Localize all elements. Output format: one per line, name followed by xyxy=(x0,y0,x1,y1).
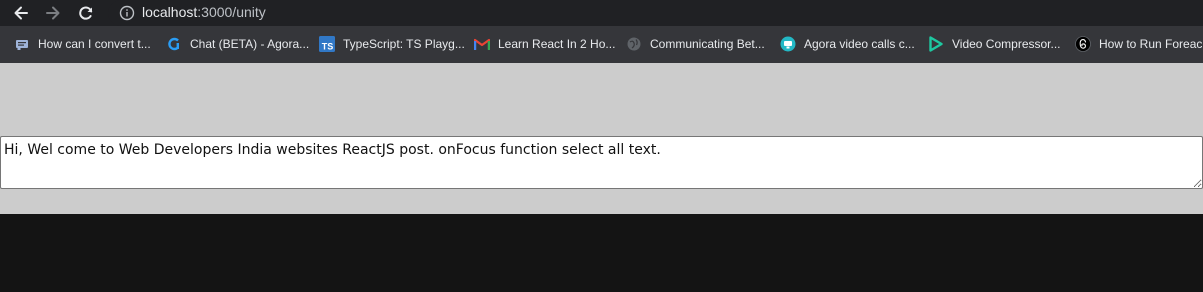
bookmark-item[interactable]: How to Run Foreac... xyxy=(1075,35,1203,53)
play-icon xyxy=(928,36,944,52)
bookmark-item[interactable]: Video Compressor... xyxy=(928,35,1061,53)
bookmark-label: Communicating Bet... xyxy=(650,37,765,51)
page-viewport: Hi, Wel come to Web Developers India web… xyxy=(0,63,1203,214)
stackexchange-icon xyxy=(14,36,30,52)
reload-button[interactable] xyxy=(73,0,99,26)
url-text[interactable]: localhost:3000/unity xyxy=(142,3,266,21)
bookmark-item[interactable]: Agora video calls c... xyxy=(780,35,915,53)
bookmark-label: Video Compressor... xyxy=(952,37,1061,51)
text-area-input[interactable]: Hi, Wel come to Web Developers India web… xyxy=(0,136,1203,189)
info-circle-icon[interactable] xyxy=(119,5,135,21)
agora-video-icon xyxy=(780,36,796,52)
bookmark-label: How can I convert t... xyxy=(38,37,151,51)
bookmark-label: Chat (BETA) - Agora... xyxy=(190,37,310,51)
bookmark-item[interactable]: TS TypeScript: TS Playg... xyxy=(319,35,465,53)
back-button[interactable] xyxy=(8,0,34,26)
gmail-icon xyxy=(474,36,490,52)
bookmark-item[interactable]: Communicating Bet... xyxy=(626,35,765,53)
arrow-right-icon xyxy=(46,6,60,20)
globe-icon xyxy=(626,36,642,52)
page-background-dark xyxy=(0,214,1203,292)
bookmark-item[interactable]: Learn React In 2 Ho... xyxy=(474,35,615,53)
browser-toolbar: localhost:3000/unity xyxy=(0,0,1203,26)
bookmarks-bar: How can I convert t... Chat (BETA) - Ago… xyxy=(0,26,1203,63)
forward-button[interactable] xyxy=(40,0,66,26)
agora-icon xyxy=(166,36,182,52)
bookmark-label: Learn React In 2 Ho... xyxy=(498,37,616,51)
bookmark-item[interactable]: Chat (BETA) - Agora... xyxy=(166,35,309,53)
bookmark-item[interactable]: How can I convert t... xyxy=(14,35,151,53)
bookmark-label: How to Run Foreac... xyxy=(1099,37,1203,51)
bookmark-label: TypeScript: TS Playg... xyxy=(343,37,465,51)
address-bar[interactable]: localhost:3000/unity xyxy=(108,0,1203,26)
reload-icon xyxy=(79,6,93,20)
typescript-icon: TS xyxy=(319,36,335,52)
url-host: localhost xyxy=(142,4,198,20)
arrow-left-icon xyxy=(14,6,28,20)
bookmark-label: Agora video calls c... xyxy=(804,37,915,51)
svg-text:TS: TS xyxy=(322,42,334,52)
threads-icon xyxy=(1075,36,1091,52)
url-path: :3000/unity xyxy=(197,4,266,20)
